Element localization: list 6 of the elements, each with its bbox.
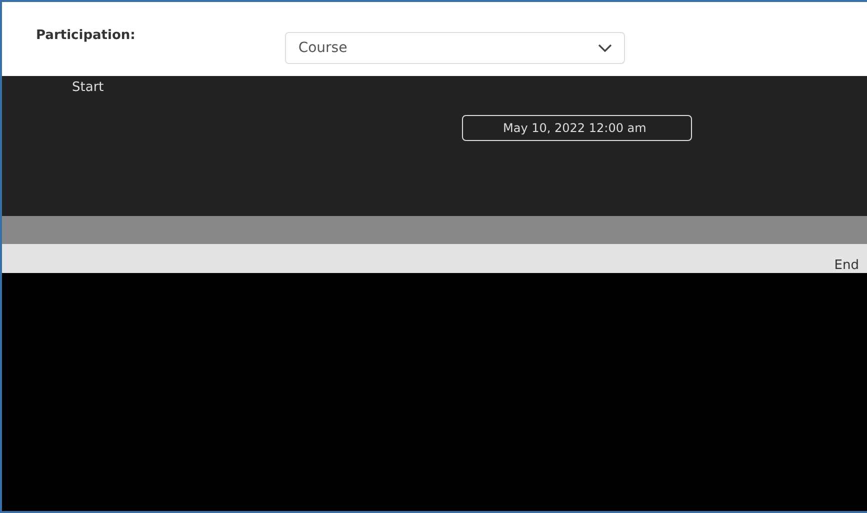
start-label: Start bbox=[72, 80, 105, 95]
chevron-down-icon bbox=[598, 44, 612, 52]
course-dropdown[interactable]: Course bbox=[285, 32, 626, 64]
participation-label: Participation: bbox=[36, 27, 136, 43]
start-date-field[interactable]: May 10, 2022 12:00 am bbox=[462, 115, 692, 141]
end-label: End bbox=[834, 258, 859, 273]
